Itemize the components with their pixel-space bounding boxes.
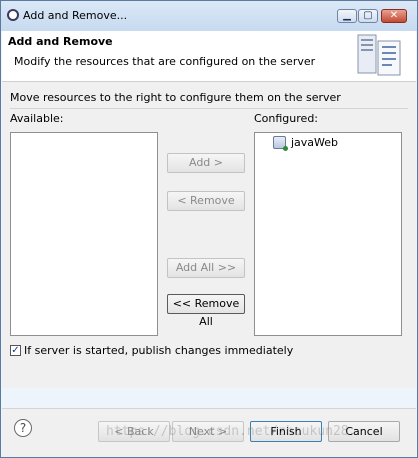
minimize-button[interactable]: ▁ [337,9,357,23]
maximize-button[interactable]: ▢ [358,9,378,23]
available-list[interactable] [10,132,158,336]
separator [10,108,408,109]
server-config-icon [357,34,401,76]
instructions-text: Move resources to the right to configure… [10,91,341,104]
remove-button[interactable]: < Remove [167,191,245,211]
eclipse-app-icon [7,9,19,21]
web-project-icon [273,136,288,151]
list-item-label: javaWeb [291,136,339,149]
configured-label: Configured: [254,112,319,125]
wizard-header: Add and Remove Modify the resources that… [2,31,416,82]
watermark-text: https://blog.csdn.net/zhoukun28 [106,424,349,439]
title-bar[interactable]: Add and Remove... ▁ ▢ ✕ [1,1,417,31]
publish-option[interactable]: ✓ If server is started, publish changes … [10,344,293,357]
help-icon[interactable]: ? [14,419,32,437]
add-button[interactable]: Add > [167,153,245,173]
configured-list[interactable]: javaWeb [254,132,402,336]
remove-all-button[interactable]: << Remove All [167,294,245,328]
publish-checkbox-label: If server is started, publish changes im… [24,344,294,357]
available-label: Available: [10,112,64,125]
publish-checkbox[interactable]: ✓ [10,345,21,356]
add-all-button[interactable]: Add All >> [167,258,245,278]
close-button[interactable]: ✕ [381,9,407,23]
header-description: Modify the resources that are configured… [14,55,316,68]
header-title: Add and Remove [8,35,113,48]
window-title: Add and Remove... [23,9,128,22]
wizard-body: Move resources to the right to configure… [2,82,416,388]
list-item[interactable]: javaWeb [273,136,339,151]
dialog-window: Add and Remove... ▁ ▢ ✕ Add and Remove M… [0,0,418,458]
